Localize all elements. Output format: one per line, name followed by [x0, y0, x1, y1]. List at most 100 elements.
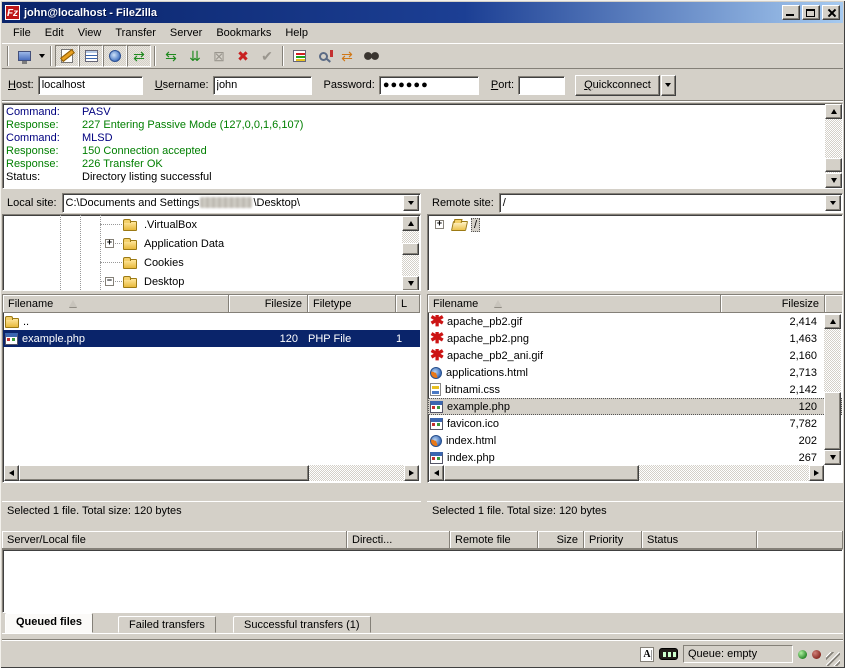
tab-queued-files[interactable]: Queued files — [5, 613, 93, 633]
maximize-button[interactable] — [802, 5, 820, 20]
scroll-up-button[interactable] — [402, 216, 419, 231]
column-header-filetype[interactable]: Filetype — [308, 295, 396, 313]
scrollbar-thumb[interactable] — [824, 392, 841, 450]
message-log-box[interactable]: Command:PASV Response:227 Entering Passi… — [2, 103, 843, 189]
scroll-right-button[interactable] — [404, 465, 419, 481]
tab-successful-transfers[interactable]: Successful transfers (1) — [233, 616, 371, 633]
file-row[interactable]: favicon.ico7,782 — [428, 415, 842, 432]
refresh-button[interactable]: ⇆ — [159, 45, 183, 67]
synchronized-browsing-button[interactable]: ⇄ — [335, 45, 359, 67]
scroll-up-button[interactable] — [825, 104, 842, 119]
file-row-example-php[interactable]: example.php 120 PHP File 1 — [3, 330, 420, 347]
scrollbar-thumb[interactable] — [825, 158, 842, 172]
column-header-server-local-file[interactable]: Server/Local file — [2, 531, 347, 549]
disconnect-button[interactable]: ✖ — [231, 45, 255, 67]
toggle-message-log-button[interactable] — [55, 45, 79, 67]
local-site-combo-dropdown[interactable] — [403, 195, 419, 211]
column-header-priority[interactable]: Priority — [584, 531, 642, 549]
remote-file-list[interactable]: Filename Filesize ✱apache_pb2.gif2,414 ✱… — [427, 294, 843, 483]
menu-edit[interactable]: Edit — [38, 25, 71, 41]
directory-comparison-button[interactable] — [311, 45, 335, 67]
site-manager-button[interactable] — [12, 45, 36, 67]
remote-site-combo-dropdown[interactable] — [825, 195, 841, 211]
host-input[interactable] — [38, 76, 143, 95]
menu-server[interactable]: Server — [163, 25, 209, 41]
menu-file[interactable]: File — [6, 25, 38, 41]
remote-list-hscrollbar[interactable] — [429, 465, 824, 481]
site-manager-dropdown[interactable] — [36, 45, 47, 67]
filter-button[interactable] — [287, 45, 311, 67]
tab-failed-transfers[interactable]: Failed transfers — [118, 616, 216, 633]
close-button[interactable] — [822, 5, 840, 20]
remote-site-combo[interactable]: / — [499, 193, 843, 213]
local-site-combo[interactable]: C:\Documents and Settings\Desktop\ — [62, 193, 421, 213]
file-row[interactable]: ✱apache_pb2.gif2,414 — [428, 313, 842, 330]
log-scrollbar[interactable] — [825, 104, 842, 188]
password-input[interactable] — [379, 76, 479, 95]
find-files-button[interactable] — [359, 45, 383, 67]
file-row[interactable]: bitnami.css2,142 — [428, 381, 842, 398]
expand-plus-icon[interactable]: + — [105, 239, 114, 248]
ascii-data-type-icon[interactable]: A — [640, 647, 654, 662]
tree-item-root[interactable]: + / — [428, 215, 842, 234]
tree-item-cookies[interactable]: Cookies — [3, 253, 420, 272]
scrollbar-thumb[interactable] — [444, 465, 639, 481]
scroll-right-button[interactable] — [809, 465, 824, 481]
scroll-down-button[interactable] — [402, 276, 419, 291]
toggle-remote-tree-button[interactable] — [103, 45, 127, 67]
column-header-filename[interactable]: Filename — [3, 295, 229, 313]
column-header-filesize[interactable]: Filesize — [721, 295, 825, 313]
expand-plus-icon[interactable]: + — [435, 220, 444, 229]
username-input[interactable] — [213, 76, 312, 95]
file-row[interactable]: ✱apache_pb2_ani.gif2,160 — [428, 347, 842, 364]
queue-list[interactable] — [2, 549, 843, 613]
scroll-left-button[interactable] — [4, 465, 19, 481]
file-row-parent-dir[interactable]: .. — [3, 313, 420, 330]
menu-help[interactable]: Help — [278, 25, 315, 41]
column-header-status[interactable]: Status — [642, 531, 757, 549]
minimize-button[interactable] — [782, 5, 800, 20]
file-row[interactable]: index.html202 — [428, 432, 842, 449]
scrollbar-thumb[interactable] — [402, 243, 419, 255]
file-row[interactable]: ✱apache_pb2.png1,463 — [428, 330, 842, 347]
column-header-lastmodified[interactable]: L — [396, 295, 420, 313]
cancel-button[interactable]: ⊠ — [207, 45, 231, 67]
tree-item-application-data[interactable]: + Application Data — [3, 234, 420, 253]
tree-item-virtualbox[interactable]: .VirtualBox — [3, 215, 420, 234]
process-queue-button[interactable]: ⇊ — [183, 45, 207, 67]
toggle-queue-view-button[interactable]: ⇄ — [127, 45, 151, 67]
scroll-down-button[interactable] — [825, 173, 842, 188]
remote-directory-tree[interactable]: + / — [427, 214, 843, 291]
file-row-example-php[interactable]: example.php120 — [428, 398, 842, 415]
menu-bookmarks[interactable]: Bookmarks — [209, 25, 278, 41]
scroll-down-button[interactable] — [824, 450, 841, 465]
speed-limit-icon[interactable] — [659, 648, 678, 660]
quickconnect-button[interactable]: Quickconnect — [575, 75, 660, 96]
menu-view[interactable]: View — [71, 25, 109, 41]
file-row[interactable]: index.php267 — [428, 449, 842, 466]
column-header-remote-file[interactable]: Remote file — [450, 531, 538, 549]
local-tree-scrollbar[interactable] — [402, 216, 419, 291]
column-header-filename[interactable]: Filename — [428, 295, 721, 313]
quickconnect-dropdown[interactable] — [661, 75, 676, 96]
toggle-local-tree-button[interactable] — [79, 45, 103, 67]
column-header-direction[interactable]: Directi... — [347, 531, 450, 549]
port-input[interactable] — [518, 76, 565, 95]
reconnect-button[interactable]: ✔ — [255, 45, 279, 67]
local-file-list[interactable]: Filename Filesize Filetype L .. example.… — [2, 294, 421, 483]
local-directory-tree[interactable]: .VirtualBox + Application Data Cookies −… — [2, 214, 421, 291]
title-bar[interactable]: Fz john@localhost - FileZilla — [2, 2, 843, 23]
remote-list-vscrollbar[interactable] — [824, 314, 841, 465]
scrollbar-thumb[interactable] — [19, 465, 309, 481]
tree-item-desktop[interactable]: − Desktop — [3, 272, 420, 291]
column-header-filesize[interactable]: Filesize — [229, 295, 308, 313]
menu-transfer[interactable]: Transfer — [108, 25, 163, 41]
resize-grip[interactable] — [826, 652, 840, 666]
file-row[interactable]: applications.html2,713 — [428, 364, 842, 381]
local-list-hscrollbar[interactable] — [4, 465, 419, 481]
scroll-up-button[interactable] — [824, 314, 841, 329]
scroll-left-button[interactable] — [429, 465, 444, 481]
column-header-size[interactable]: Size — [538, 531, 584, 549]
arrow-down-icon — [830, 455, 836, 460]
collapse-minus-icon[interactable]: − — [105, 277, 114, 286]
